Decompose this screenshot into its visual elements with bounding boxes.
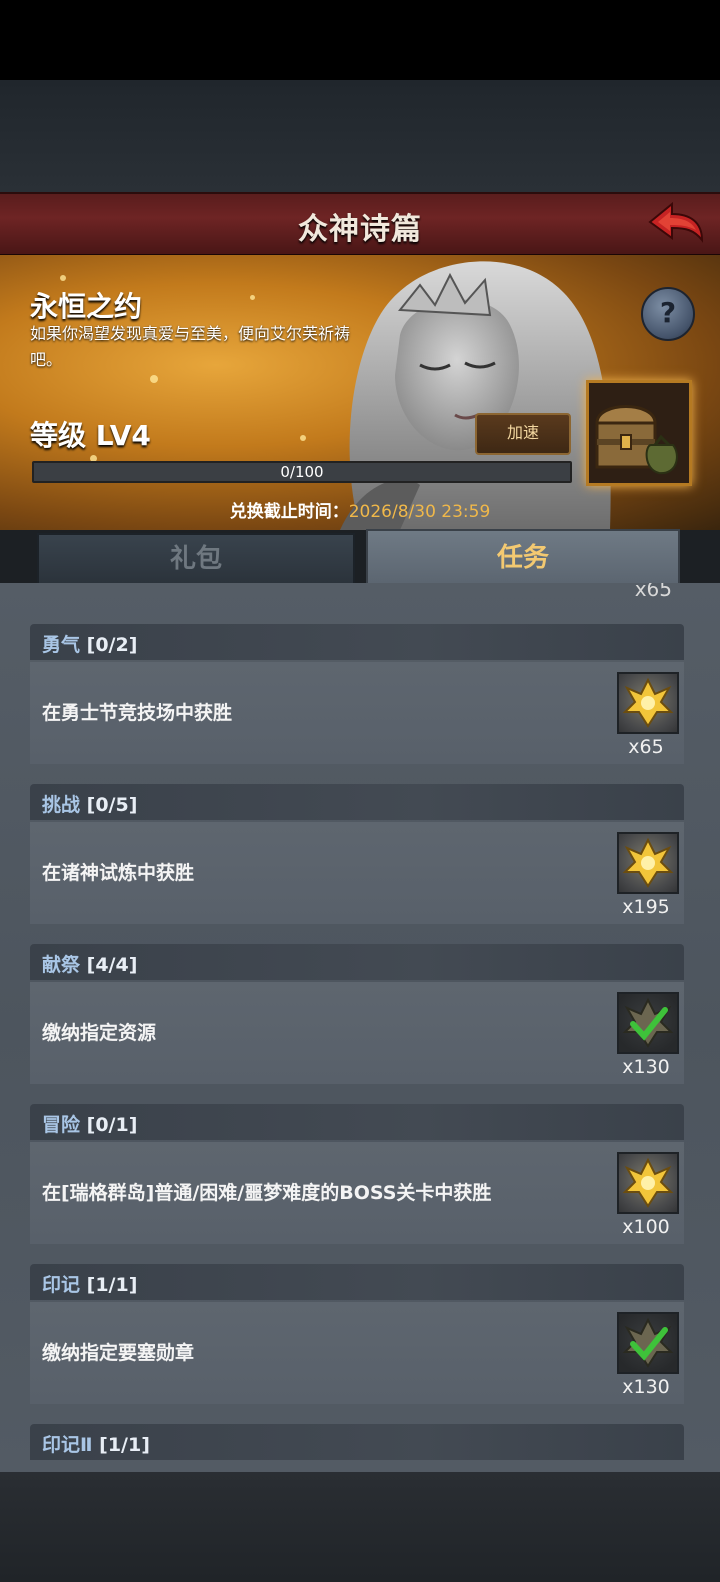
checkmark-emblem-icon[interactable] xyxy=(617,1312,679,1374)
task-category: 印记 xyxy=(42,1274,81,1296)
task-body: 在诸神试炼中获胜 x195 xyxy=(30,822,684,924)
task-description: 缴纳指定要塞勋章 xyxy=(42,1342,195,1364)
task-body: 在勇士节竞技场中获胜 x65 xyxy=(30,662,684,764)
bottom-backdrop xyxy=(0,1472,720,1582)
task-category: 献祭 xyxy=(42,954,81,976)
task-card: 勇气 [0/2] 在勇士节竞技场中获胜 x65 xyxy=(30,624,684,764)
treasure-chest-icon xyxy=(595,405,678,475)
task-body: 缴纳指定要塞勋章 x130 xyxy=(30,1302,684,1404)
help-icon[interactable]: ? xyxy=(641,287,695,341)
previous-reward-qty: x65 xyxy=(634,583,672,601)
task-description: 在诸神试炼中获胜 xyxy=(42,862,195,884)
page-title: 众神诗篇 xyxy=(298,212,422,247)
reward-quantity: x195 xyxy=(622,896,670,918)
checkmark-emblem-icon[interactable] xyxy=(617,992,679,1054)
task-header: 献祭 [4/4] xyxy=(30,944,684,980)
task-category: 冒险 xyxy=(42,1114,81,1136)
task-card: 献祭 [4/4] 缴纳指定资源 x130 xyxy=(30,944,684,1084)
title-bar: 众神诗篇 xyxy=(0,192,720,257)
deadline-label: 兑换截止时间： xyxy=(229,502,349,522)
task-header: 印记Ⅱ [1/1] xyxy=(30,1424,684,1460)
reward-chest-button[interactable] xyxy=(586,380,692,486)
reward-quantity: x130 xyxy=(622,1056,670,1078)
tab-gift-pack[interactable]: 礼包 xyxy=(37,533,355,585)
tab-tasks[interactable]: 任务 xyxy=(366,529,680,587)
level-label: 等级 LV4 xyxy=(30,419,151,452)
task-body: 在[瑞格群岛]普通/困难/噩梦难度的BOSS关卡中获胜 x100 xyxy=(30,1142,684,1244)
gold-emblem-icon[interactable] xyxy=(617,672,679,734)
top-backdrop xyxy=(0,80,720,192)
task-description: 在勇士节竞技场中获胜 xyxy=(42,702,233,724)
event-description: 如果你渴望发现真爱与至美，便向艾尔芙祈祷吧。 xyxy=(30,324,351,369)
task-list[interactable]: x65 勇气 [0/2] 在勇士节竞技场中获胜 x65 挑战 [0/5] 在诸神… xyxy=(0,583,720,1472)
goddess-portrait xyxy=(340,261,611,530)
task-progress: [1/1] xyxy=(86,1274,138,1296)
task-progress: [1/1] xyxy=(99,1434,150,1456)
task-header: 印记 [1/1] xyxy=(30,1264,684,1300)
reward-quantity: x100 xyxy=(622,1216,670,1238)
speed-up-button[interactable]: 加速 xyxy=(475,413,571,455)
task-progress: [4/4] xyxy=(86,954,138,976)
task-progress: [0/2] xyxy=(86,634,138,656)
reward-quantity: x65 xyxy=(628,736,664,758)
deadline-value: 2026/8/30 23:59 xyxy=(348,502,491,522)
task-description: 缴纳指定资源 xyxy=(42,1022,157,1044)
back-arrow-icon[interactable] xyxy=(646,200,706,246)
task-category: 印记Ⅱ xyxy=(42,1434,93,1456)
event-title: 永恒之约 xyxy=(30,290,143,323)
level-progress-bar: 0/100 xyxy=(32,461,572,483)
task-card: 挑战 [0/5] 在诸神试炼中获胜 x195 xyxy=(30,784,684,924)
task-progress: [0/5] xyxy=(86,794,138,816)
gold-emblem-icon[interactable] xyxy=(617,1152,679,1214)
task-description: 在[瑞格群岛]普通/困难/噩梦难度的BOSS关卡中获胜 xyxy=(42,1182,492,1204)
status-bar-area xyxy=(0,0,720,80)
task-category: 勇气 xyxy=(42,634,81,656)
task-progress: [0/1] xyxy=(86,1114,138,1136)
progress-text: 0/100 xyxy=(280,463,324,481)
tab-bar: 礼包 任务 xyxy=(0,525,720,587)
task-card: 印记Ⅱ [1/1] xyxy=(30,1424,684,1472)
task-body: 缴纳指定资源 x130 xyxy=(30,982,684,1084)
reward-quantity: x130 xyxy=(622,1376,670,1398)
task-header: 勇气 [0/2] xyxy=(30,624,684,660)
task-card: 冒险 [0/1] 在[瑞格群岛]普通/困难/噩梦难度的BOSS关卡中获胜 x10… xyxy=(30,1104,684,1244)
task-card: 印记 [1/1] 缴纳指定要塞勋章 x130 xyxy=(30,1264,684,1404)
gold-emblem-icon[interactable] xyxy=(617,832,679,894)
task-category: 挑战 xyxy=(42,794,81,816)
exchange-deadline: 兑换截止时间：2026/8/30 23:59 xyxy=(0,497,720,522)
task-header: 冒险 [0/1] xyxy=(30,1104,684,1140)
task-header: 挑战 [0/5] xyxy=(30,784,684,820)
